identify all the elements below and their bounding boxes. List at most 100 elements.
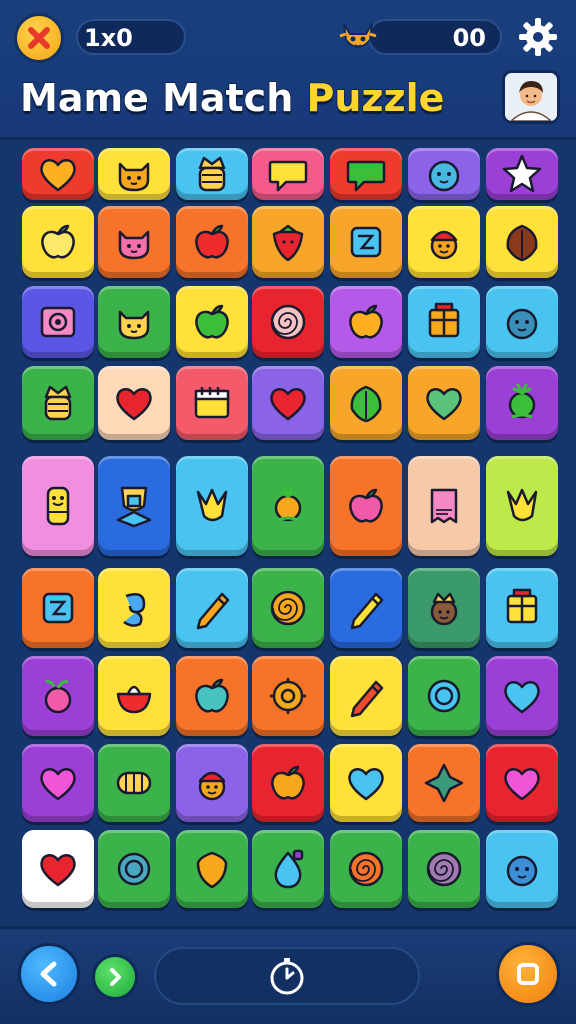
tile-pencil[interactable] xyxy=(330,656,402,736)
tile-spiral[interactable] xyxy=(252,568,324,648)
avatar[interactable] xyxy=(502,70,560,124)
tile-star[interactable] xyxy=(486,148,558,200)
tile-heart[interactable] xyxy=(252,366,324,440)
tile-box[interactable] xyxy=(408,286,480,358)
cat-icon xyxy=(118,310,150,340)
cat-icon xyxy=(118,230,150,260)
leaf-icon xyxy=(506,224,538,262)
back-button[interactable] xyxy=(18,943,80,1005)
speech-bubble-icon xyxy=(268,160,308,192)
tile-bottle[interactable] xyxy=(22,456,94,556)
tile-face[interactable] xyxy=(486,830,558,908)
tile-spiral[interactable] xyxy=(408,830,480,908)
tile-ring[interactable] xyxy=(98,830,170,908)
tile-calendar[interactable] xyxy=(176,366,248,440)
next-button[interactable] xyxy=(92,954,138,1000)
tile-apple[interactable] xyxy=(176,656,248,736)
tile-apple[interactable] xyxy=(176,286,248,358)
heart-icon xyxy=(116,388,152,421)
tile-strawberry[interactable] xyxy=(252,206,324,278)
tile-packet[interactable] xyxy=(408,456,480,556)
tile-cat[interactable] xyxy=(98,148,170,200)
tile-apple[interactable] xyxy=(22,206,94,278)
tile-flower[interactable] xyxy=(486,366,558,440)
trophy-icon xyxy=(116,486,152,528)
tile-cat[interactable] xyxy=(98,286,170,358)
tile-star4[interactable] xyxy=(408,744,480,822)
tile-drop[interactable] xyxy=(252,830,324,908)
close-button[interactable] xyxy=(14,13,64,63)
face-icon xyxy=(506,855,538,887)
tile-speech-bubble[interactable] xyxy=(330,148,402,200)
tile-speaker[interactable] xyxy=(22,286,94,358)
heart-icon xyxy=(348,768,384,801)
tile-leaf[interactable] xyxy=(486,206,558,278)
tile-heart[interactable] xyxy=(22,744,94,822)
cat-icon xyxy=(118,162,150,192)
tile-heart[interactable] xyxy=(408,366,480,440)
stopwatch-icon[interactable] xyxy=(266,955,308,997)
tile-heart[interactable] xyxy=(486,656,558,736)
tile-heart[interactable] xyxy=(22,830,94,908)
spiral-icon xyxy=(426,851,462,887)
bottle-icon xyxy=(46,486,70,526)
tile-crown[interactable] xyxy=(176,456,248,556)
heart-icon xyxy=(504,768,540,801)
tile-heart[interactable] xyxy=(98,366,170,440)
coins-label: 00 xyxy=(452,24,486,52)
tile-speech-bubble[interactable] xyxy=(252,148,324,200)
tile-cat[interactable] xyxy=(98,206,170,278)
crown-jar-icon xyxy=(44,385,72,421)
face-icon xyxy=(506,308,538,340)
tile-apple[interactable] xyxy=(176,206,248,278)
tile-face-hat[interactable] xyxy=(176,744,248,822)
tile-apple[interactable] xyxy=(252,744,324,822)
menu-button[interactable] xyxy=(496,942,560,1006)
tile-pencil[interactable] xyxy=(176,568,248,648)
close-icon xyxy=(28,27,50,49)
tile-trophy[interactable] xyxy=(98,456,170,556)
calendar-icon xyxy=(194,387,230,419)
roll-icon xyxy=(116,771,152,795)
tile-gear[interactable] xyxy=(252,656,324,736)
tile-crown-jar[interactable] xyxy=(176,148,248,200)
tile-berry[interactable] xyxy=(22,656,94,736)
game-board xyxy=(8,140,568,924)
apple-icon xyxy=(349,304,383,339)
tile-pencil[interactable] xyxy=(330,568,402,648)
tile-roll[interactable] xyxy=(98,744,170,822)
strawberry-icon xyxy=(272,224,304,262)
tile-heart[interactable] xyxy=(22,148,94,200)
tile-heart[interactable] xyxy=(486,744,558,822)
tile-spiral[interactable] xyxy=(252,286,324,358)
face-icon xyxy=(428,160,460,192)
tile-swirl[interactable] xyxy=(98,568,170,648)
gear-icon[interactable] xyxy=(516,15,560,59)
tile-ring[interactable] xyxy=(408,656,480,736)
tile-face-hat[interactable] xyxy=(408,206,480,278)
tile-shield[interactable] xyxy=(176,830,248,908)
gear-icon xyxy=(270,678,306,714)
square-glyph-icon xyxy=(350,226,382,258)
tile-crown-jar[interactable] xyxy=(22,366,94,440)
tile-square-glyph[interactable] xyxy=(330,206,402,278)
tile-bowl[interactable] xyxy=(98,656,170,736)
tile-face-crown[interactable] xyxy=(408,568,480,648)
fox-icon xyxy=(339,23,377,48)
tile-face[interactable] xyxy=(486,286,558,358)
tile-box[interactable] xyxy=(486,568,558,648)
tile-flower[interactable] xyxy=(252,456,324,556)
tile-crown[interactable] xyxy=(486,456,558,556)
heart-icon xyxy=(40,159,76,192)
speaker-icon xyxy=(40,306,76,338)
bottom-bar xyxy=(0,926,576,1024)
tile-spiral[interactable] xyxy=(330,830,402,908)
tile-heart[interactable] xyxy=(330,744,402,822)
apple-icon xyxy=(271,765,305,800)
tile-apple[interactable] xyxy=(330,286,402,358)
back-arrow-icon xyxy=(40,961,57,987)
tile-leaf[interactable] xyxy=(330,366,402,440)
tile-face[interactable] xyxy=(408,148,480,200)
tile-square-glyph[interactable] xyxy=(22,568,94,648)
tile-apple[interactable] xyxy=(330,456,402,556)
